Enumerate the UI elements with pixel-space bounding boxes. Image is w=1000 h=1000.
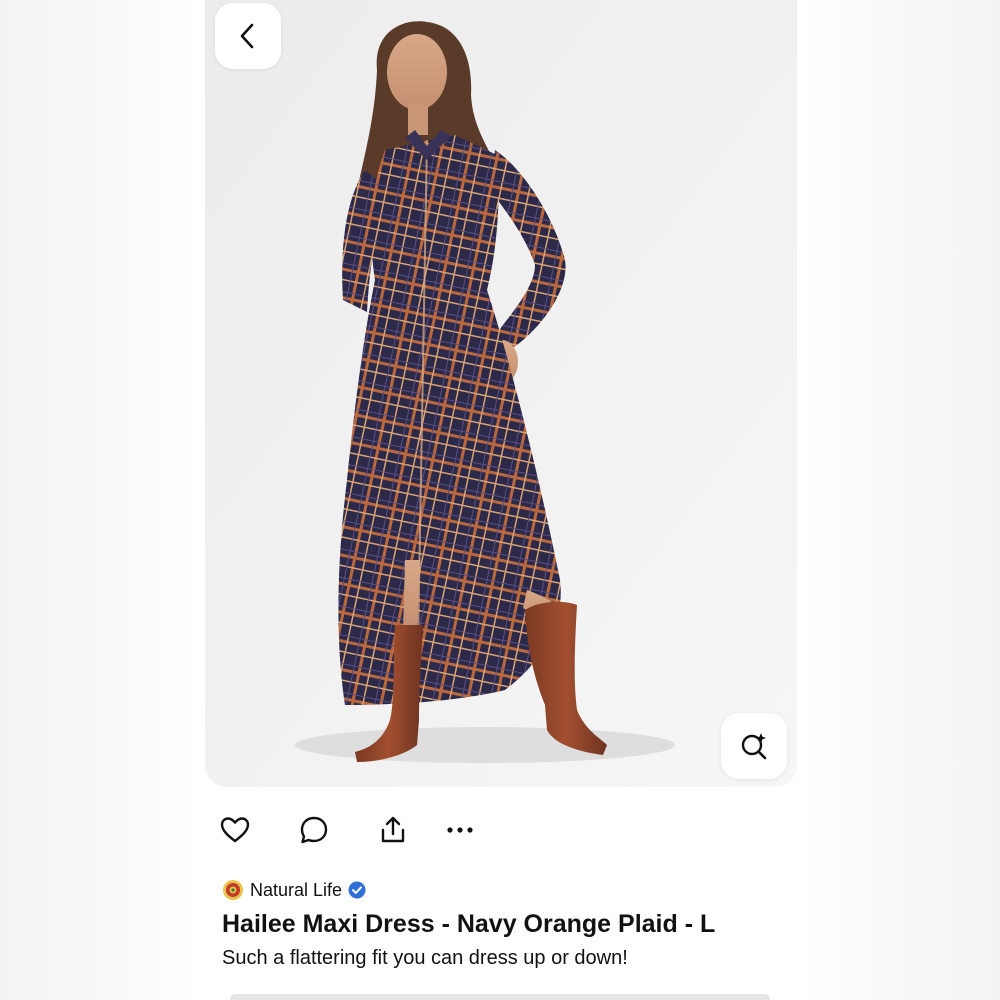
chevron-left-icon (240, 23, 254, 49)
more-button[interactable] (438, 808, 482, 852)
verified-badge-icon (348, 881, 366, 899)
pin-image[interactable] (205, 0, 797, 787)
pin-detail-screen: Natural Life Hailee Maxi Dress - Navy Or… (200, 0, 800, 1000)
heart-icon (220, 817, 250, 843)
pin-description: Such a flattering fit you can dress up o… (222, 947, 628, 969)
visual-search-button[interactable] (721, 713, 787, 779)
like-button[interactable] (213, 808, 257, 852)
share-button[interactable] (371, 808, 415, 852)
pin-title: Hailee Maxi Dress - Navy Orange Plaid - … (222, 910, 716, 938)
left-backdrop (0, 0, 200, 1000)
lens-sparkle-icon (741, 733, 767, 760)
more-dots-icon (447, 827, 473, 833)
share-icon (381, 816, 405, 843)
right-backdrop (800, 0, 1000, 1000)
bottom-sheet-handle (230, 994, 770, 1000)
creator-row[interactable]: Natural Life (222, 877, 366, 903)
comment-button[interactable] (292, 808, 336, 852)
action-bar (200, 808, 800, 856)
back-button[interactable] (215, 3, 281, 69)
creator-avatar (223, 880, 243, 900)
comment-bubble-icon (300, 816, 328, 844)
creator-name[interactable]: Natural Life (250, 880, 342, 901)
